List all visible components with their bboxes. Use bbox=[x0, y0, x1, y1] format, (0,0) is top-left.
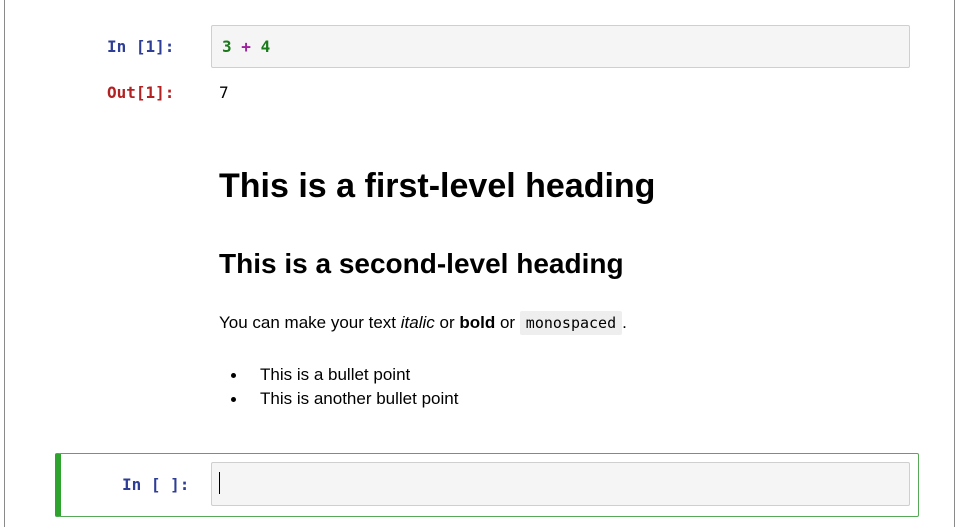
input-prompt: In [1]: bbox=[107, 37, 175, 56]
bullet-icon bbox=[231, 373, 236, 378]
code-number: 4 bbox=[260, 37, 271, 56]
monospaced-text: monospaced bbox=[519, 311, 623, 335]
bullet-item: This is a bullet point bbox=[227, 363, 458, 387]
code-text[interactable]: 3 + 4 bbox=[222, 37, 270, 57]
italic-text: italic bbox=[400, 313, 435, 332]
bullet-list: This is a bullet point This is another b… bbox=[227, 363, 458, 411]
second-level-heading: This is a second-level heading bbox=[219, 248, 624, 279]
text-cursor bbox=[219, 472, 220, 494]
bullet-item: This is another bullet point bbox=[227, 387, 458, 411]
input-prompt: In [ ]: bbox=[122, 475, 190, 494]
code-input-area[interactable] bbox=[211, 462, 910, 506]
cell-output: 7 bbox=[219, 83, 229, 102]
bullet-icon bbox=[231, 397, 236, 402]
output-prompt: Out[1]: bbox=[107, 83, 175, 102]
paragraph-text: You can make your text bbox=[219, 313, 401, 332]
bullet-text: This is another bullet point bbox=[260, 389, 459, 408]
bullet-text: This is a bullet point bbox=[260, 365, 411, 384]
paragraph-text: or bbox=[434, 313, 460, 332]
bold-text: bold bbox=[459, 313, 496, 332]
paragraph-text: or bbox=[495, 313, 520, 332]
code-operator: + bbox=[241, 37, 251, 56]
code-number: 3 bbox=[222, 37, 232, 56]
paragraph-text: . bbox=[622, 313, 627, 332]
markdown-paragraph: You can make your text italic or bold or… bbox=[219, 310, 627, 336]
first-level-heading: This is a first-level heading bbox=[219, 167, 656, 205]
code-input-area[interactable]: 3 + 4 bbox=[211, 25, 910, 68]
